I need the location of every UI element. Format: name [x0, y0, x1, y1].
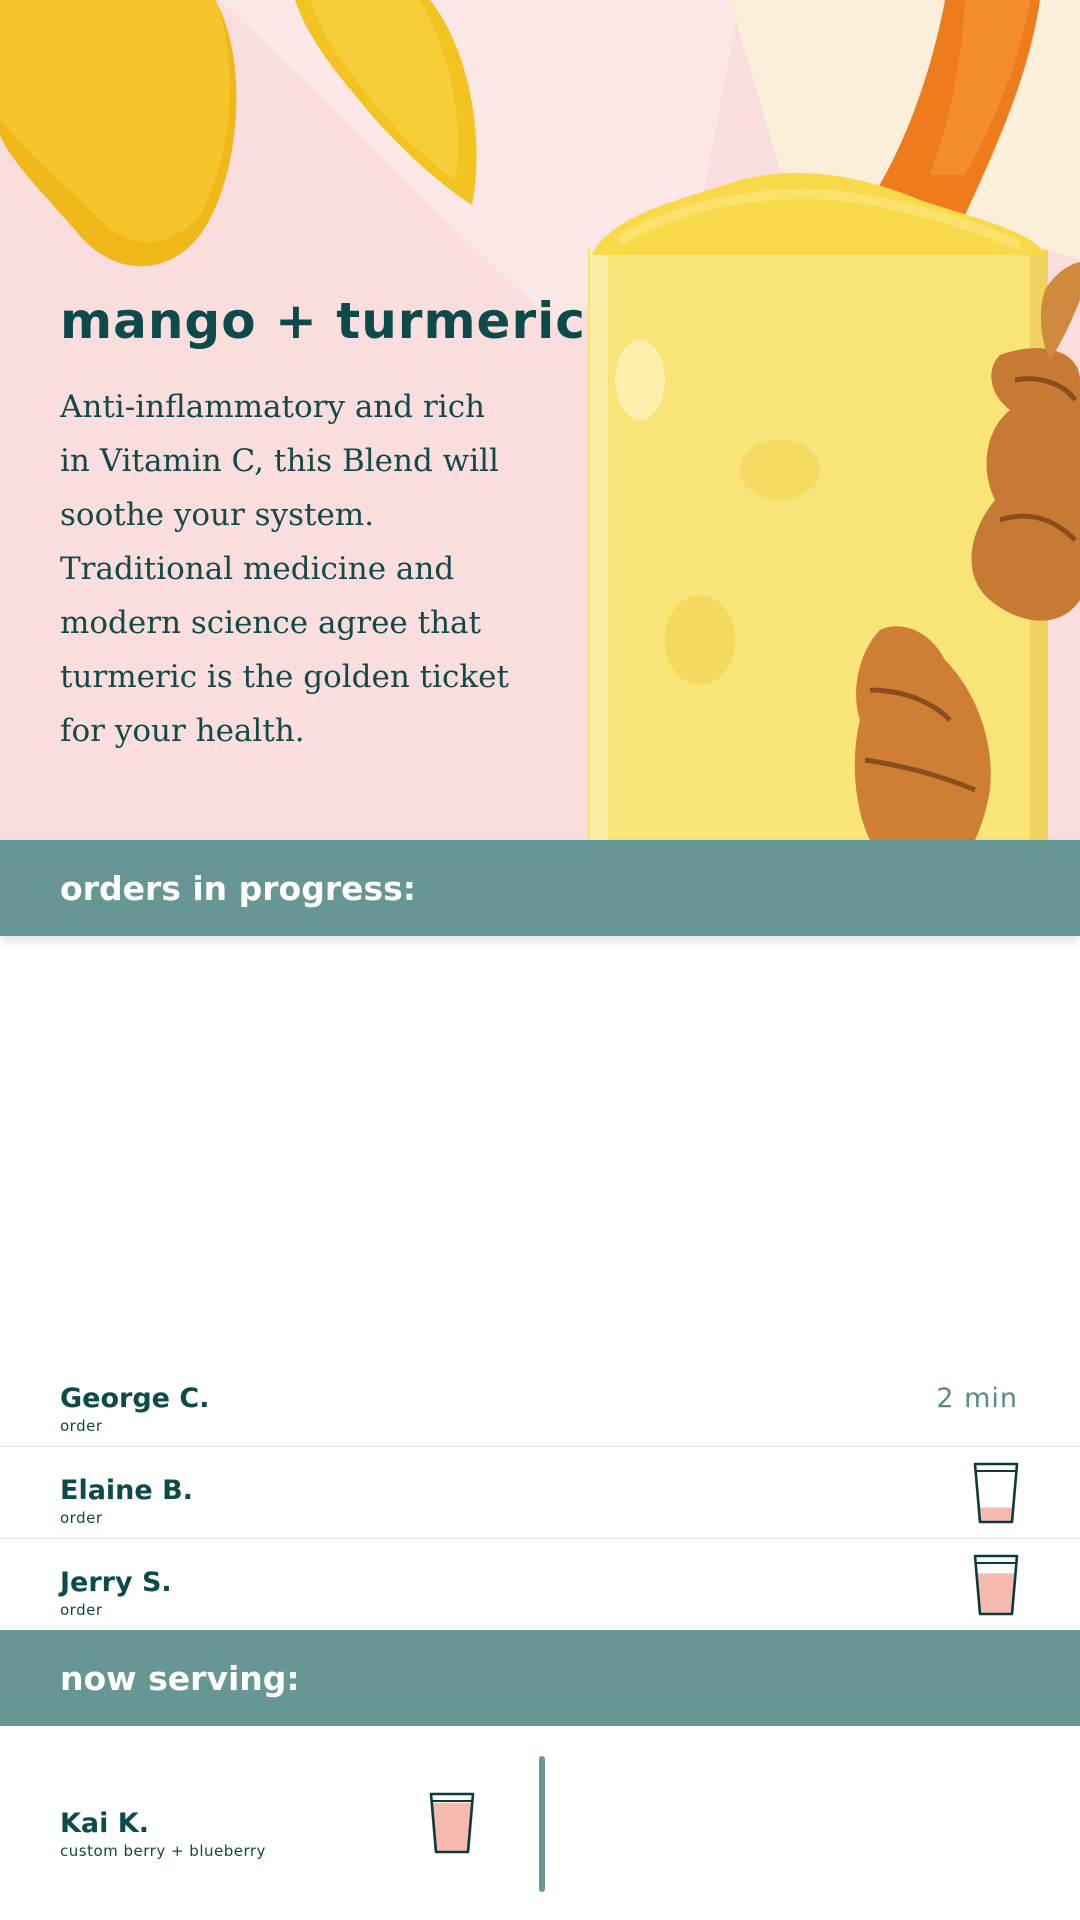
- now-serving-item: Kai K. custom berry + blueberry: [0, 1726, 1080, 1920]
- vertical-divider: [539, 1756, 545, 1892]
- order-row: Jerry S. order: [0, 1539, 1080, 1631]
- cup-progress-icon: [973, 1462, 1019, 1524]
- section-heading: orders in progress:: [60, 868, 416, 908]
- drink-title: mango + turmeric: [60, 292, 586, 350]
- section-heading: now serving:: [60, 1658, 300, 1698]
- order-label: order: [60, 1509, 103, 1527]
- order-row: George C. order 2 min: [0, 1355, 1080, 1447]
- order-item-name: custom berry + blueberry: [60, 1842, 266, 1860]
- order-label: order: [60, 1601, 103, 1619]
- customer-name: Elaine B.: [60, 1475, 193, 1506]
- customer-name: Jerry S.: [60, 1567, 172, 1598]
- wait-time: 2 min: [936, 1383, 1018, 1414]
- hero-banner: mango + turmeric Anti-inflammatory and r…: [0, 0, 1080, 840]
- drink-description: Anti-inflammatory and rich in Vitamin C,…: [60, 389, 509, 749]
- customer-name: George C.: [60, 1383, 210, 1414]
- customer-name: Kai K.: [60, 1808, 149, 1839]
- cup-progress-icon: [429, 1792, 475, 1854]
- order-row: Elaine B. order: [0, 1447, 1080, 1539]
- order-label: order: [60, 1417, 103, 1435]
- cup-progress-icon: [973, 1554, 1019, 1616]
- now-serving-header: now serving:: [0, 1630, 1080, 1726]
- orders-in-progress-header: orders in progress:: [0, 840, 1080, 936]
